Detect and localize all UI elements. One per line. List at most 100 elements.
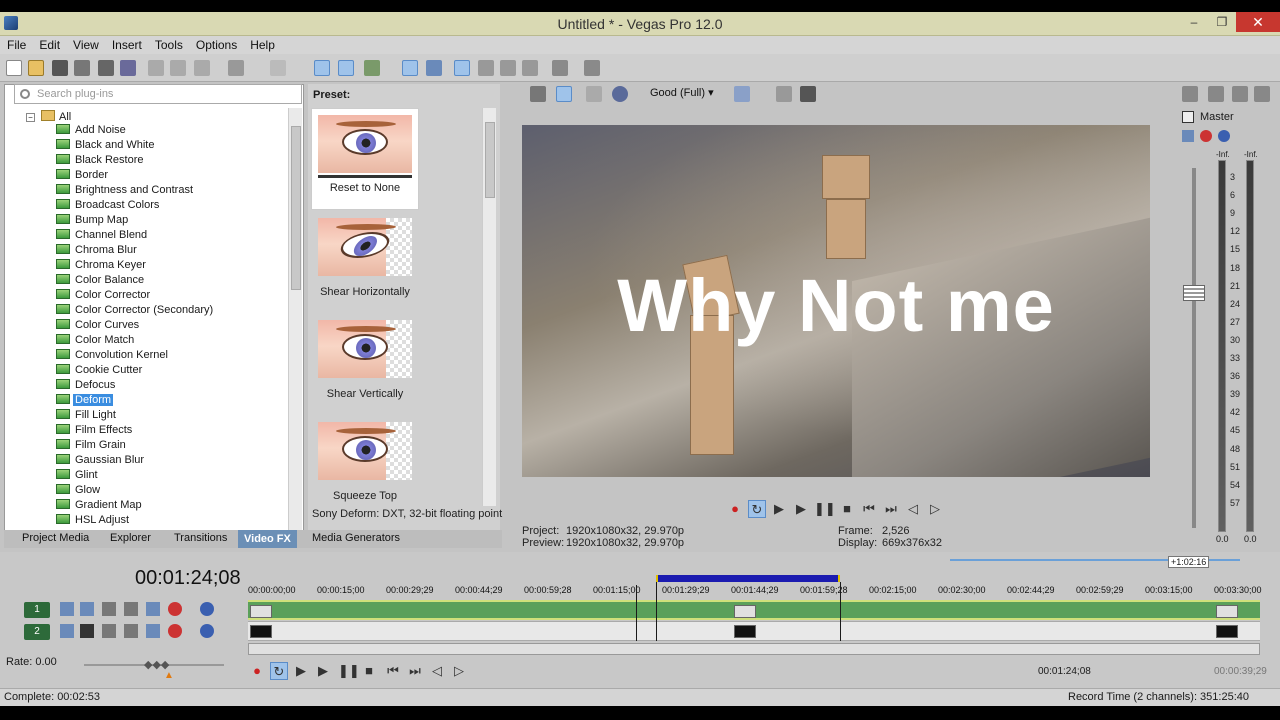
gear-icon[interactable] <box>1200 130 1212 142</box>
record-icon[interactable]: ● <box>248 662 266 680</box>
loop-icon[interactable]: ↻ <box>270 662 288 680</box>
menu-options[interactable]: Options <box>189 36 243 52</box>
tab-explorer[interactable]: Explorer <box>110 532 151 544</box>
prev-frame-icon[interactable]: ◁ <box>904 500 922 518</box>
play-from-start-icon[interactable]: ▶ <box>770 500 788 518</box>
save-icon[interactable] <box>52 60 68 76</box>
dim-output-icon[interactable] <box>1232 86 1248 102</box>
enable-snapping-icon[interactable] <box>314 60 330 76</box>
tab-media-generators[interactable]: Media Generators <box>312 532 400 544</box>
cursor-position[interactable]: 00:01:24;08 <box>1038 666 1091 677</box>
preview-properties-icon[interactable] <box>530 86 546 102</box>
plugin-item[interactable]: Defocus <box>56 379 117 394</box>
plugin-item[interactable]: Color Curves <box>56 319 141 334</box>
go-to-end-icon[interactable]: ⏭ <box>882 500 900 518</box>
cut-icon[interactable] <box>148 60 164 76</box>
copy-icon[interactable] <box>170 60 186 76</box>
record-icon[interactable]: ● <box>726 500 744 518</box>
play-icon[interactable]: ▶ <box>792 500 810 518</box>
track-fx-icon[interactable] <box>124 624 138 638</box>
preset-squeeze-top[interactable]: Squeeze Top <box>311 416 419 516</box>
plugin-item[interactable]: Film Grain <box>56 439 128 454</box>
plugin-item[interactable]: Color Corrector (Secondary) <box>56 304 215 319</box>
loop-region[interactable] <box>656 575 840 582</box>
tab-video-fx[interactable]: Video FX <box>238 530 297 548</box>
menu-insert[interactable]: Insert <box>105 36 148 52</box>
clip-thumbnail[interactable] <box>250 605 272 618</box>
plugin-item[interactable]: Chroma Keyer <box>56 259 148 274</box>
compositing-icon[interactable] <box>146 602 160 616</box>
menu-help[interactable]: Help <box>243 36 281 52</box>
plugin-item[interactable]: HSL Adjust <box>56 514 131 529</box>
mute-icon[interactable] <box>200 602 214 616</box>
plugin-item[interactable]: Black Restore <box>56 154 145 169</box>
mixer-properties-icon[interactable] <box>1182 86 1198 102</box>
move-down-icon[interactable] <box>80 624 94 638</box>
move-up-icon[interactable] <box>60 624 74 638</box>
playhead-cursor[interactable] <box>636 585 637 641</box>
plugin-item[interactable]: Color Match <box>56 334 136 349</box>
mute-icon[interactable] <box>1254 86 1270 102</box>
clip-thumbnail[interactable] <box>1216 625 1238 638</box>
video-track-lane[interactable] <box>248 600 1260 620</box>
next-frame-icon[interactable]: ▷ <box>926 500 944 518</box>
save-as-icon[interactable] <box>74 60 90 76</box>
compositing-icon[interactable] <box>146 624 160 638</box>
plugin-item[interactable]: Bump Map <box>56 214 130 229</box>
plugin-item[interactable]: Glint <box>56 469 100 484</box>
clip-thumbnail[interactable] <box>250 625 272 638</box>
bus-fx-icon[interactable] <box>1182 130 1194 142</box>
overlays-icon[interactable] <box>734 86 750 102</box>
menu-view[interactable]: View <box>66 36 105 52</box>
render-icon[interactable] <box>98 60 114 76</box>
plugin-item[interactable]: Color Balance <box>56 274 146 289</box>
scroll-thumb[interactable] <box>485 122 495 198</box>
tree-root[interactable]: − All <box>26 110 71 125</box>
preset-reset-to-none[interactable]: Reset to None <box>311 108 419 210</box>
plugin-item[interactable]: Deform <box>56 394 114 409</box>
track-motion-icon[interactable] <box>102 624 116 638</box>
paste-icon[interactable] <box>194 60 210 76</box>
mute-icon[interactable] <box>200 624 214 638</box>
master-checkbox[interactable] <box>1182 111 1194 123</box>
plugin-item[interactable]: Film Effects <box>56 424 134 439</box>
envelope-tool-icon[interactable] <box>478 60 494 76</box>
pause-icon[interactable]: ❚❚ <box>814 500 836 518</box>
gear-icon[interactable] <box>168 602 182 616</box>
clip-thumbnail[interactable] <box>1216 605 1238 618</box>
scroll-thumb[interactable] <box>291 126 301 290</box>
track-motion-icon[interactable] <box>102 602 116 616</box>
play-from-start-icon[interactable]: ▶ <box>292 662 310 680</box>
plugin-item[interactable]: Gaussian Blur <box>56 454 146 469</box>
maximize-button[interactable]: ❐ <box>1208 12 1236 32</box>
plugin-item[interactable]: Fill Light <box>56 409 118 424</box>
plugin-item[interactable]: Gradient Map <box>56 499 144 514</box>
menu-file[interactable]: File <box>0 36 32 52</box>
new-icon[interactable] <box>6 60 22 76</box>
timeline-horizontal-scrollbar[interactable] <box>248 643 1260 655</box>
undo-icon[interactable] <box>228 60 244 76</box>
split-screen-icon[interactable] <box>612 86 628 102</box>
properties-icon[interactable] <box>120 60 136 76</box>
preview-quality-select[interactable]: Good (Full) ▾ <box>650 86 714 99</box>
ignore-grouping-icon[interactable] <box>426 60 442 76</box>
plugin-item[interactable]: Broadcast Colors <box>56 199 161 214</box>
plugin-item[interactable]: Convolution Kernel <box>56 349 170 364</box>
gear-icon[interactable] <box>168 624 182 638</box>
zoom-tool-icon[interactable] <box>522 60 538 76</box>
pause-icon[interactable]: ❚❚ <box>338 662 360 680</box>
play-icon[interactable]: ▶ <box>314 662 332 680</box>
copy-snapshot-icon[interactable] <box>776 86 792 102</box>
plugin-item[interactable]: Cookie Cutter <box>56 364 144 379</box>
minimize-button[interactable]: – <box>1180 12 1208 32</box>
time-ruler[interactable]: 00:00:00;00 00:00:15;00 00:00:29;29 00:00:4… <box>248 585 1262 597</box>
help-icon[interactable] <box>584 60 600 76</box>
text-track-lane[interactable] <box>248 621 1260 641</box>
preset-shear-vertically[interactable]: Shear Vertically <box>311 314 419 414</box>
ripple-mode-icon[interactable] <box>364 60 380 76</box>
tab-transitions[interactable]: Transitions <box>174 532 227 544</box>
preset-scrollbar[interactable] <box>482 108 496 506</box>
plugin-manager-icon[interactable] <box>552 60 568 76</box>
go-to-start-icon[interactable]: ⏮ <box>384 662 402 680</box>
menu-tools[interactable]: Tools <box>148 36 189 52</box>
